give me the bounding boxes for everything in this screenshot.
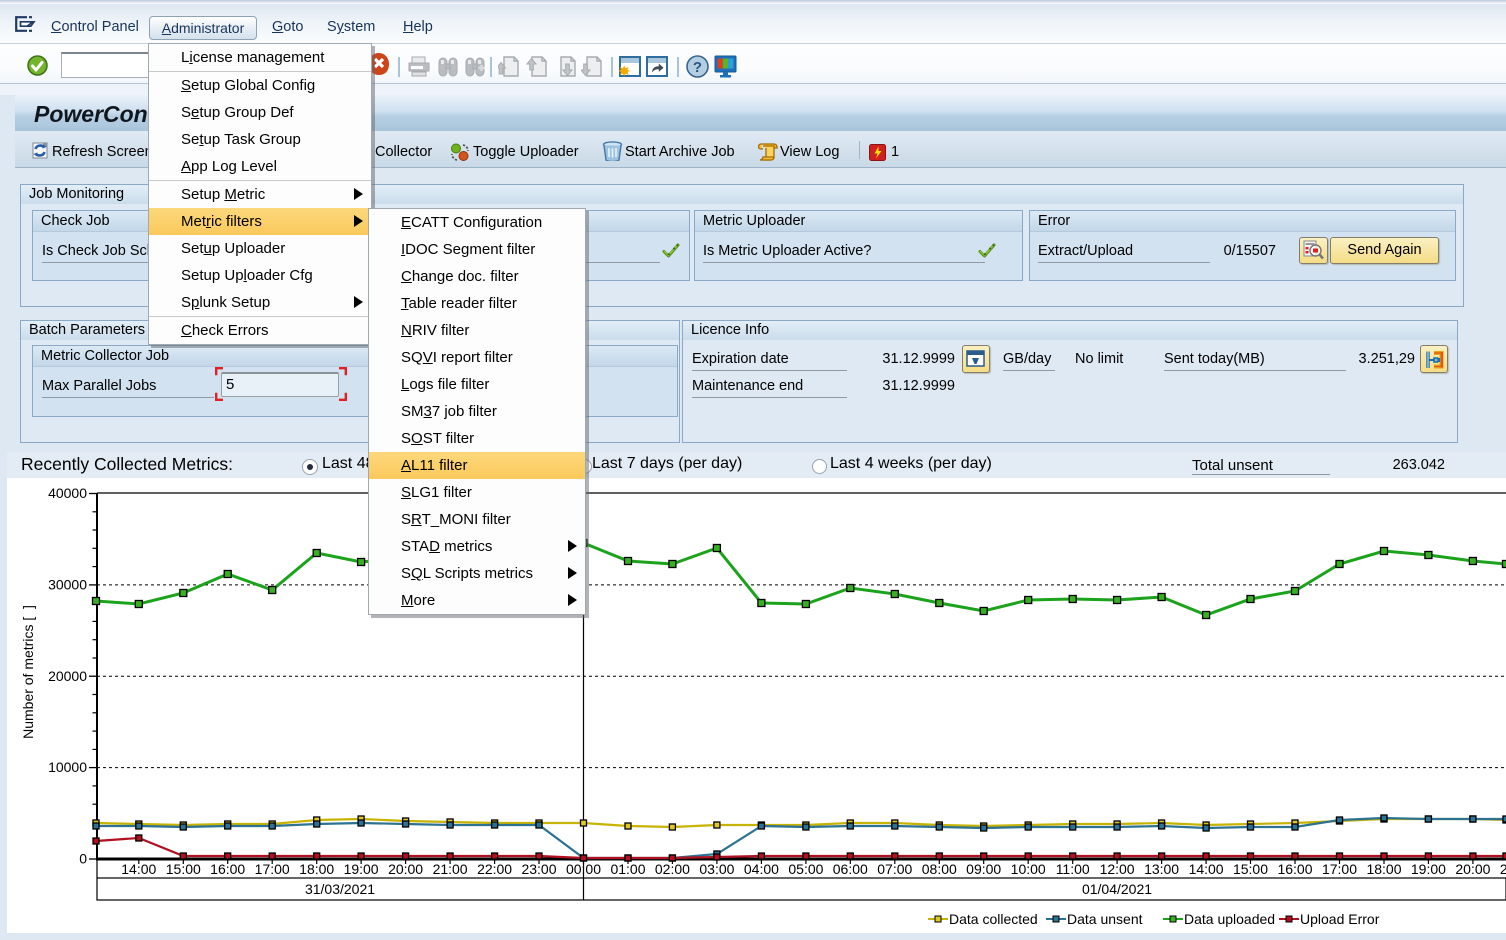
svg-text:14:00: 14:00: [1189, 861, 1224, 877]
svg-text:Data uploaded: Data uploaded: [1184, 911, 1275, 927]
svg-text:19:00: 19:00: [344, 861, 379, 877]
svg-text:12:00: 12:00: [1100, 861, 1135, 877]
svg-text:20:00: 20:00: [388, 861, 423, 877]
svg-text:Upload Error: Upload Error: [1300, 911, 1380, 927]
svg-text:23:00: 23:00: [521, 861, 556, 877]
svg-text:07:00: 07:00: [877, 861, 912, 877]
svg-text:20000: 20000: [48, 668, 87, 684]
svg-text:18:00: 18:00: [299, 861, 334, 877]
svg-text:16:00: 16:00: [210, 861, 245, 877]
svg-text:21:00: 21:00: [1500, 861, 1506, 877]
svg-text:09:00: 09:00: [966, 861, 1001, 877]
svg-text:04:00: 04:00: [744, 861, 779, 877]
svg-text:40000: 40000: [48, 485, 87, 501]
svg-text:18:00: 18:00: [1366, 861, 1401, 877]
svg-text:16:00: 16:00: [1277, 861, 1312, 877]
svg-text:01:00: 01:00: [610, 861, 645, 877]
svg-text:14:00: 14:00: [121, 861, 156, 877]
svg-text:17:00: 17:00: [255, 861, 290, 877]
svg-text:0: 0: [79, 851, 87, 867]
svg-text:15:00: 15:00: [166, 861, 201, 877]
svg-text:17:00: 17:00: [1322, 861, 1357, 877]
svg-text:30000: 30000: [48, 576, 87, 592]
svg-text:10000: 10000: [48, 759, 87, 775]
svg-text:31/03/2021: 31/03/2021: [305, 881, 375, 897]
svg-text:Number of metrics [ ]: Number of metrics [ ]: [20, 605, 36, 739]
svg-text:08:00: 08:00: [922, 861, 957, 877]
svg-text:03:00: 03:00: [699, 861, 734, 877]
svg-text:19:00: 19:00: [1411, 861, 1446, 877]
svg-text:01/04/2021: 01/04/2021: [1082, 881, 1152, 897]
svg-text:02:00: 02:00: [655, 861, 690, 877]
svg-text:Data collected: Data collected: [949, 911, 1038, 927]
svg-text:20:00: 20:00: [1455, 861, 1490, 877]
svg-text:15:00: 15:00: [1233, 861, 1268, 877]
svg-text:05:00: 05:00: [788, 861, 823, 877]
svg-text:21:00: 21:00: [433, 861, 468, 877]
svg-text:13:00: 13:00: [1144, 861, 1179, 877]
svg-text:11:00: 11:00: [1056, 861, 1090, 877]
svg-text:22:00: 22:00: [477, 861, 512, 877]
svg-text:06:00: 06:00: [833, 861, 868, 877]
svg-text:10:00: 10:00: [1011, 861, 1046, 877]
svg-text:Data unsent: Data unsent: [1067, 911, 1143, 927]
